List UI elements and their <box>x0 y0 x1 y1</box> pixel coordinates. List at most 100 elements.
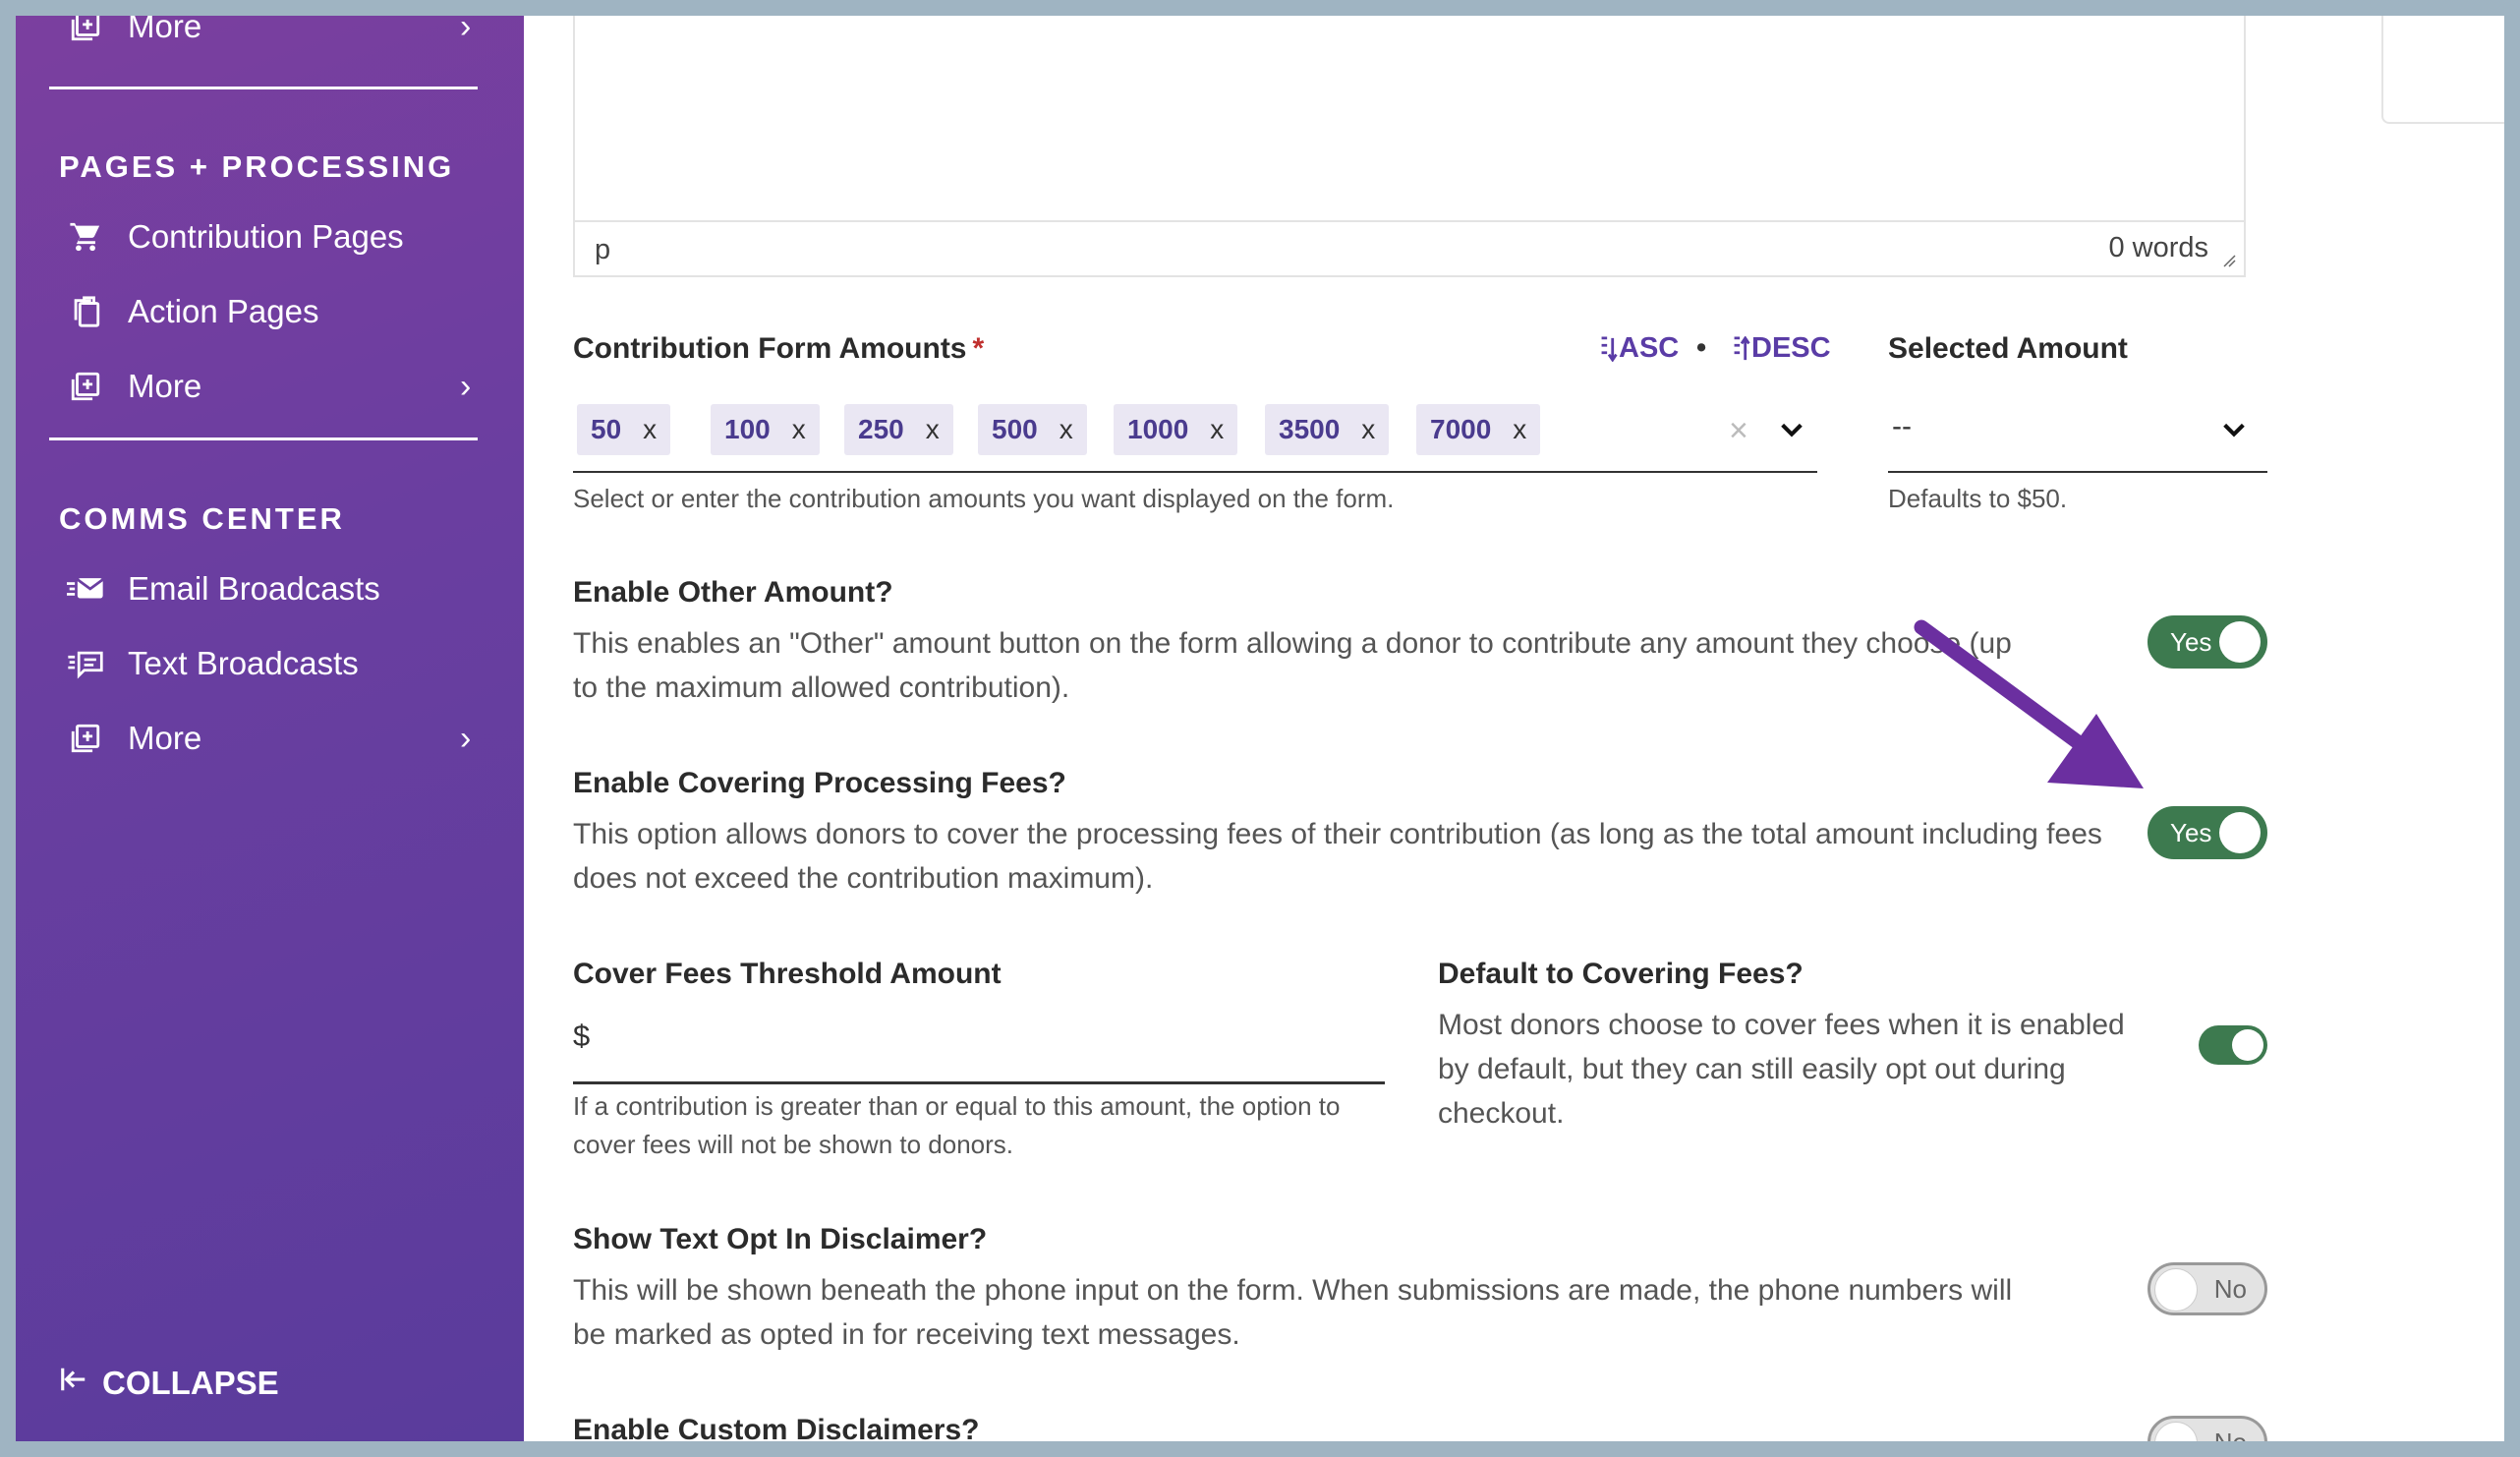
toggle-knob <box>2219 812 2261 853</box>
sidebar-item-label: Action Pages <box>128 293 319 329</box>
amount-chip[interactable]: 250 x <box>844 404 953 455</box>
selected-amount-value: -- <box>1892 410 1912 442</box>
app-window: More › PAGES + PROCESSING Contribution P… <box>16 16 2504 1441</box>
default-covering-label: Default to Covering Fees? <box>1438 958 1804 990</box>
sidebar-item-label: Contribution Pages <box>128 218 404 255</box>
amount-chip[interactable]: 100 x <box>711 404 820 455</box>
sort-desc-icon <box>1734 335 1750 360</box>
amounts-label-text: Contribution Form Amounts <box>573 332 967 365</box>
sidebar-divider <box>49 437 478 440</box>
sidebar-item-action-pages[interactable]: Action Pages <box>67 293 318 330</box>
add-page-icon <box>67 368 104 405</box>
add-page-icon <box>67 720 104 757</box>
remove-chip-icon[interactable]: x <box>1361 414 1375 445</box>
text-opt-in-label: Show Text Opt In Disclaimer? <box>573 1223 988 1255</box>
chip-value: 1000 <box>1127 414 1189 444</box>
sidebar-item-label: Text Broadcasts <box>128 645 359 681</box>
sidebar-item-email-broadcasts[interactable]: Email Broadcasts <box>67 570 380 608</box>
covering-fees-label: Enable Covering Processing Fees? <box>573 767 1066 799</box>
chip-value: 500 <box>992 414 1038 444</box>
word-count[interactable]: 0 words <box>2108 232 2208 264</box>
sidebar-item-label: Email Broadcasts <box>128 570 380 607</box>
remove-chip-icon[interactable]: x <box>1060 414 1073 445</box>
email-icon <box>67 570 104 608</box>
amounts-multiselect[interactable]: 50 x 100 x 250 x 500 x 1000 x 3500 x 7000 x × <box>573 386 1817 473</box>
sidebar-item-label: More <box>128 368 202 404</box>
rich-text-editor[interactable]: p 0 words <box>573 16 2246 277</box>
collapse-arrow-icon <box>59 1365 88 1402</box>
chip-value: 100 <box>724 414 771 444</box>
collapse-label: COLLAPSE <box>102 1365 279 1401</box>
default-covering-description: Most donors choose to cover fees when it… <box>1438 1009 2125 1130</box>
custom-disclaimers-toggle[interactable]: No <box>2148 1416 2267 1441</box>
sort-separator: • <box>1696 332 1707 364</box>
chip-value: 50 <box>591 414 622 444</box>
element-path[interactable]: p <box>595 234 610 266</box>
other-amount-description: This enables an "Other" amount button on… <box>573 627 2012 704</box>
clipboard-icon <box>67 293 104 330</box>
toggle-knob <box>2219 621 2261 663</box>
resize-handle-icon[interactable] <box>2222 254 2236 267</box>
amount-chip[interactable]: 7000 x <box>1416 404 1541 455</box>
remove-chip-icon[interactable]: x <box>1210 414 1224 445</box>
amounts-hint: Select or enter the contribution amounts… <box>573 484 1395 513</box>
selected-amount-label: Selected Amount <box>1888 332 2128 365</box>
cart-icon <box>67 218 104 256</box>
covering-fees-toggle[interactable]: Yes <box>2148 806 2267 859</box>
amount-chip[interactable]: 50 x <box>577 404 671 455</box>
sidebar-item-label: More <box>128 16 202 44</box>
amount-chip[interactable]: 500 x <box>978 404 1087 455</box>
threshold-hint: If a contribution is greater than or equ… <box>573 1091 1341 1159</box>
main-content: p 0 words Contribution Form Amounts * ASC… <box>524 16 2504 1441</box>
chevron-right-icon: › <box>460 367 472 405</box>
threshold-label: Cover Fees Threshold Amount <box>573 958 1002 990</box>
sidebar-item-more-top[interactable]: More › <box>67 16 471 45</box>
chevron-right-icon: › <box>460 719 472 757</box>
remove-chip-icon[interactable]: x <box>792 414 806 445</box>
default-covering-toggle[interactable] <box>2199 1025 2267 1065</box>
section-heading-comms-center: COMMS CENTER <box>59 501 345 536</box>
toggle-label: No <box>2214 1428 2247 1441</box>
sidebar-item-text-broadcasts[interactable]: Text Broadcasts <box>67 645 359 682</box>
chip-value: 7000 <box>1430 414 1492 444</box>
sidebar-item-more-pages[interactable]: More › <box>67 368 471 405</box>
side-card <box>2381 16 2504 124</box>
threshold-amount-input[interactable] <box>612 1013 1363 1064</box>
chevron-right-icon: › <box>460 16 472 45</box>
sort-desc-label: DESC <box>1751 332 1831 364</box>
editor-status-bar: p 0 words <box>575 220 2244 275</box>
amount-chip[interactable]: 3500 x <box>1265 404 1390 455</box>
text-message-icon <box>67 645 104 682</box>
sort-asc-label: ASC <box>1619 332 1680 364</box>
toggle-knob <box>2154 1268 2198 1311</box>
amount-chip[interactable]: 1000 x <box>1114 404 1238 455</box>
sort-desc-button[interactable]: DESC <box>1732 332 1831 365</box>
chevron-down-icon[interactable] <box>1778 416 1805 443</box>
required-mark: * <box>972 332 985 365</box>
sort-asc-button[interactable]: ASC <box>1599 332 1679 365</box>
amounts-label: Contribution Form Amounts * <box>573 332 984 366</box>
other-amount-label: Enable Other Amount? <box>573 576 893 609</box>
remove-chip-icon[interactable]: x <box>1513 414 1526 445</box>
sidebar-item-more-comms[interactable]: More › <box>67 720 471 757</box>
sidebar: More › PAGES + PROCESSING Contribution P… <box>16 16 524 1441</box>
toggle-label: Yes <box>2170 818 2212 847</box>
chevron-down-icon <box>2223 423 2245 437</box>
collapse-sidebar-button[interactable]: COLLAPSE <box>59 1365 279 1402</box>
selected-amount-select[interactable]: -- <box>1888 386 2267 473</box>
toggle-knob <box>2232 1029 2263 1061</box>
remove-chip-icon[interactable]: x <box>926 414 940 445</box>
covering-fees-description: This option allows donors to cover the p… <box>573 818 2102 895</box>
text-opt-in-description: This will be shown beneath the phone inp… <box>573 1274 2013 1351</box>
clear-all-icon[interactable]: × <box>1729 412 1748 450</box>
remove-chip-icon[interactable]: x <box>643 414 657 445</box>
sort-asc-icon <box>1601 335 1618 362</box>
text-opt-in-toggle[interactable]: No <box>2148 1262 2267 1315</box>
sidebar-item-contribution-pages[interactable]: Contribution Pages <box>67 218 404 256</box>
currency-prefix: $ <box>573 1019 591 1053</box>
sidebar-item-label: More <box>128 720 202 756</box>
custom-disclaimers-label: Enable Custom Disclaimers? <box>573 1414 980 1441</box>
threshold-input-wrapper: $ <box>573 1003 1385 1084</box>
selected-amount-hint: Defaults to $50. <box>1888 484 2068 513</box>
chip-value: 3500 <box>1279 414 1341 444</box>
